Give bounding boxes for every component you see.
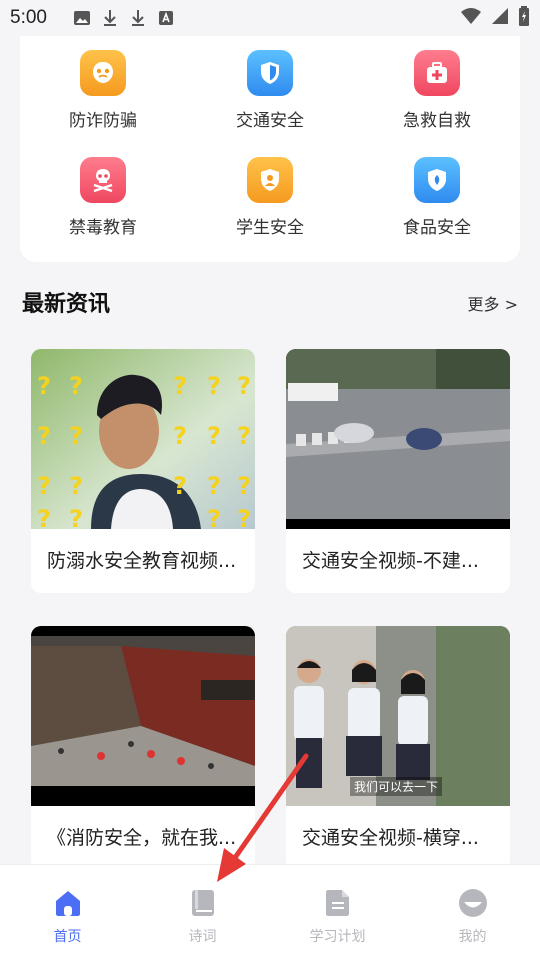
category-first-aid[interactable]: 急救自救 — [367, 50, 507, 131]
tab-home[interactable]: 首页 — [0, 865, 135, 960]
document-icon — [322, 887, 354, 919]
news-thumbnail-boy: ????? ????? ????? ???? — [31, 349, 255, 529]
category-food-safety[interactable]: 食品安全 — [367, 157, 507, 238]
first-aid-icon — [414, 50, 460, 96]
category-label: 禁毒教育 — [69, 218, 137, 238]
app-notification-icon — [157, 9, 175, 27]
student-badge-icon — [247, 157, 293, 203]
battery-icon — [518, 5, 530, 31]
tab-poetry[interactable]: 诗词 — [135, 865, 270, 960]
svg-text:?: ? — [37, 372, 51, 400]
svg-text:?: ? — [237, 505, 251, 529]
wifi-icon — [460, 7, 482, 30]
category-label: 学生安全 — [236, 218, 304, 238]
tab-label: 诗词 — [188, 929, 217, 945]
category-label: 交通安全 — [236, 111, 304, 131]
svg-text:?: ? — [207, 505, 221, 529]
image-notification-icon — [73, 9, 91, 27]
news-card[interactable]: 交通安全视频-不建... — [286, 349, 510, 593]
tab-label: 首页 — [53, 929, 82, 945]
svg-text:?: ? — [173, 472, 187, 500]
svg-text:?: ? — [37, 422, 51, 450]
category-label: 防诈防骗 — [69, 111, 137, 131]
download-notification-icon — [129, 9, 147, 27]
news-title: 交通安全视频-横穿... — [302, 827, 479, 849]
mask-icon — [80, 50, 126, 96]
tab-label: 我的 — [458, 929, 487, 945]
category-anti-fraud[interactable]: 防诈防骗 — [33, 50, 173, 131]
svg-text:?: ? — [69, 372, 83, 400]
profile-icon — [457, 887, 489, 919]
bottom-tab-bar: 首页 诗词 学习计划 我的 — [0, 864, 540, 960]
svg-text:?: ? — [237, 422, 251, 450]
news-card[interactable]: 我们可以去一下 交通安全视频-横穿... — [286, 626, 510, 870]
news-title: 交通安全视频-不建... — [302, 550, 479, 572]
svg-text:?: ? — [173, 372, 187, 400]
more-news-link[interactable]: 更多 > — [468, 291, 519, 315]
news-card[interactable]: 《消防安全，就在我... — [31, 626, 255, 870]
tab-mine[interactable]: 我的 — [405, 865, 540, 960]
category-student-safety[interactable]: 学生安全 — [200, 157, 340, 238]
svg-text:?: ? — [237, 472, 251, 500]
category-label: 急救自救 — [403, 111, 471, 131]
status-bar: 5:00 — [0, 0, 540, 36]
tab-study-plan[interactable]: 学习计划 — [270, 865, 405, 960]
news-thumbnail-street — [31, 626, 255, 806]
news-title: 《消防安全，就在我... — [47, 827, 237, 849]
shield-icon — [247, 50, 293, 96]
news-card[interactable]: ????? ????? ????? ???? 防溺水安全教育视频... — [31, 349, 255, 593]
svg-text:?: ? — [69, 422, 83, 450]
svg-text:?: ? — [207, 472, 221, 500]
svg-text:?: ? — [237, 372, 251, 400]
news-thumbnail-intersection — [286, 349, 510, 529]
home-icon — [52, 887, 84, 919]
svg-text:?: ? — [37, 505, 51, 529]
news-section-title: 最新资讯 — [22, 292, 111, 317]
safety-category-grid: 防诈防骗 交通安全 急救自救 禁毒教育 学生安全 食品安全 — [20, 18, 520, 262]
book-icon — [187, 887, 219, 919]
news-thumbnail-students: 我们可以去一下 — [286, 626, 510, 806]
tab-label: 学习计划 — [309, 929, 366, 945]
download-notification-icon — [101, 9, 119, 27]
category-traffic-safety[interactable]: 交通安全 — [200, 50, 340, 131]
svg-text:?: ? — [207, 422, 221, 450]
status-time: 5:00 — [10, 7, 47, 28]
svg-text:?: ? — [173, 422, 187, 450]
category-anti-drug[interactable]: 禁毒教育 — [33, 157, 173, 238]
svg-text:?: ? — [37, 472, 51, 500]
svg-text:?: ? — [207, 372, 221, 400]
svg-text:?: ? — [69, 472, 83, 500]
signal-icon — [490, 7, 510, 30]
food-shield-icon — [414, 157, 460, 203]
news-title: 防溺水安全教育视频... — [47, 550, 237, 572]
video-caption: 我们可以去一下 — [350, 777, 443, 796]
svg-text:?: ? — [69, 505, 83, 529]
category-label: 食品安全 — [403, 218, 471, 238]
skull-icon — [80, 157, 126, 203]
